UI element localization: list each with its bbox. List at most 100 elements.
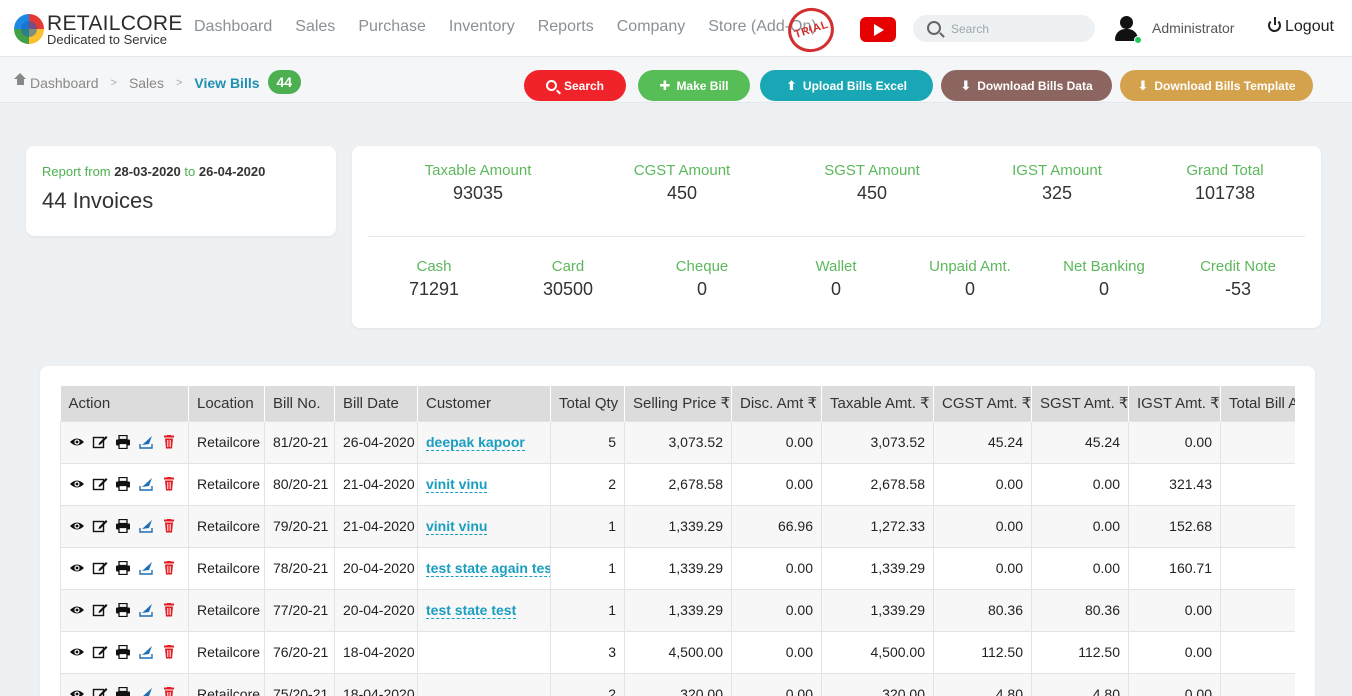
print-icon[interactable] [115,645,131,659]
nav-reports[interactable]: Reports [538,18,594,36]
download-template-button[interactable]: ⬇ Download Bills Template [1120,70,1313,101]
user-avatar-icon[interactable] [1113,15,1142,44]
download-bills-data-button[interactable]: ⬇ Download Bills Data [941,70,1112,101]
edit-icon[interactable] [92,561,108,575]
col-bill-date[interactable]: Bill Date [334,386,418,421]
col-location[interactable]: Location [188,386,265,421]
send-bill-icon[interactable] [138,603,154,617]
delete-trash-icon[interactable] [161,519,177,533]
view-eye-icon[interactable] [69,519,85,533]
col-bill-no[interactable]: Bill No. [264,386,335,421]
col-selling-price[interactable]: Selling Price ₹ [624,386,732,421]
view-eye-icon[interactable] [69,603,85,617]
cell-igst-amt: 321.43 [1128,462,1221,506]
send-bill-icon[interactable] [138,687,154,696]
summary-label: CGST Amount [633,162,731,179]
print-icon[interactable] [115,519,131,533]
delete-trash-icon[interactable] [161,687,177,696]
summary-cgst: CGST Amount 450 [634,162,730,204]
cell-disc-amt: 0.00 [731,672,822,696]
brand-logo[interactable]: RETAILCORE Dedicated to Service [14,12,182,48]
col-customer[interactable]: Customer [417,386,551,421]
home-icon [14,73,26,88]
delete-trash-icon[interactable] [161,477,177,491]
cell-disc-amt: 0.00 [731,588,822,632]
edit-icon[interactable] [92,477,108,491]
send-bill-icon[interactable] [138,645,154,659]
summary-value: 325 [1041,183,1073,203]
breadcrumb-dashboard[interactable]: Dashboard [30,75,99,91]
search-button[interactable]: Search [524,70,626,101]
cell-total-qty: 2 [550,672,625,696]
summary-value: 0 [830,279,841,299]
print-icon[interactable] [115,435,131,449]
col-taxable-amt[interactable]: Taxable Amt. ₹ [821,386,934,421]
customer-link[interactable]: vinit vinu [426,476,488,493]
customer-link[interactable]: test state again test [426,560,550,577]
cell-taxable-amt: 1,339.29 [821,546,934,590]
nav-inventory[interactable]: Inventory [449,18,515,36]
print-icon[interactable] [115,687,131,696]
col-total-bill-amt[interactable]: Total Bill Amt. ₹ [1220,386,1295,421]
logout-button[interactable]: Logout [1268,17,1334,36]
col-total-qty[interactable]: Total Qty [550,386,625,421]
view-eye-icon[interactable] [69,477,85,491]
search-input[interactable] [951,19,1086,39]
summary-grand-total: Grand Total 101738 [1186,162,1263,204]
cell-cgst-amt: 0.00 [933,504,1032,548]
send-bill-icon[interactable] [138,561,154,575]
view-eye-icon[interactable] [69,561,85,575]
summary-label: Cash [416,258,452,275]
view-eye-icon[interactable] [69,435,85,449]
edit-icon[interactable] [92,645,108,659]
print-icon[interactable] [115,477,131,491]
cell-bill-no: 79/20-21 [264,504,335,548]
summary-cheque: Cheque 0 [676,258,729,300]
summary-label: Wallet [815,258,857,275]
delete-trash-icon[interactable] [161,561,177,575]
nav-sales[interactable]: Sales [295,18,335,36]
col-action[interactable]: Action [60,386,189,421]
cell-igst-amt: 160.71 [1128,546,1221,590]
send-bill-icon[interactable] [138,435,154,449]
cell-customer: vinit vinu [417,504,551,548]
delete-trash-icon[interactable] [161,435,177,449]
customer-link[interactable]: test state test [426,602,517,619]
edit-icon[interactable] [92,603,108,617]
edit-icon[interactable] [92,435,108,449]
delete-trash-icon[interactable] [161,645,177,659]
col-cgst-amt[interactable]: CGST Amt. ₹ [933,386,1032,421]
youtube-icon[interactable] [860,17,896,42]
cell-customer [417,672,551,696]
print-icon[interactable] [115,603,131,617]
cell-disc-amt: 0.00 [731,420,822,464]
make-bill-button[interactable]: ✚ Make Bill [638,70,750,101]
cell-bill-date: 18-04-2020 [334,630,418,674]
cell-total-bill-amt [1220,462,1295,506]
edit-icon[interactable] [92,519,108,533]
send-bill-icon[interactable] [138,519,154,533]
global-search [913,15,1095,42]
delete-trash-icon[interactable] [161,603,177,617]
print-icon[interactable] [115,561,131,575]
col-disc-amt[interactable]: Disc. Amt ₹ [731,386,822,421]
logout-label: Logout [1285,18,1334,35]
nav-company[interactable]: Company [617,18,685,36]
col-sgst-amt[interactable]: SGST Amt. ₹ [1031,386,1129,421]
user-name[interactable]: Administrator [1152,20,1234,36]
view-eye-icon[interactable] [69,645,85,659]
nav-dashboard[interactable]: Dashboard [194,18,272,36]
view-eye-icon[interactable] [69,687,85,696]
summary-card-payment: Card 30500 [543,258,593,300]
table-row: Retailcore 79/20-21 21-04-2020 vinit vin… [60,504,1295,548]
cell-selling-price: 320.00 [624,672,732,696]
upload-bills-button[interactable]: ⬆ Upload Bills Excel [760,70,933,101]
bills-table-scroll[interactable]: Action Location Bill No. Bill Date Custo… [60,386,1295,696]
nav-purchase[interactable]: Purchase [358,18,426,36]
customer-link[interactable]: deepak kapoor [426,434,525,451]
customer-link[interactable]: vinit vinu [426,518,488,535]
breadcrumb-sales[interactable]: Sales [129,75,164,91]
col-igst-amt[interactable]: IGST Amt. ₹ [1128,386,1221,421]
edit-icon[interactable] [92,687,108,696]
send-bill-icon[interactable] [138,477,154,491]
